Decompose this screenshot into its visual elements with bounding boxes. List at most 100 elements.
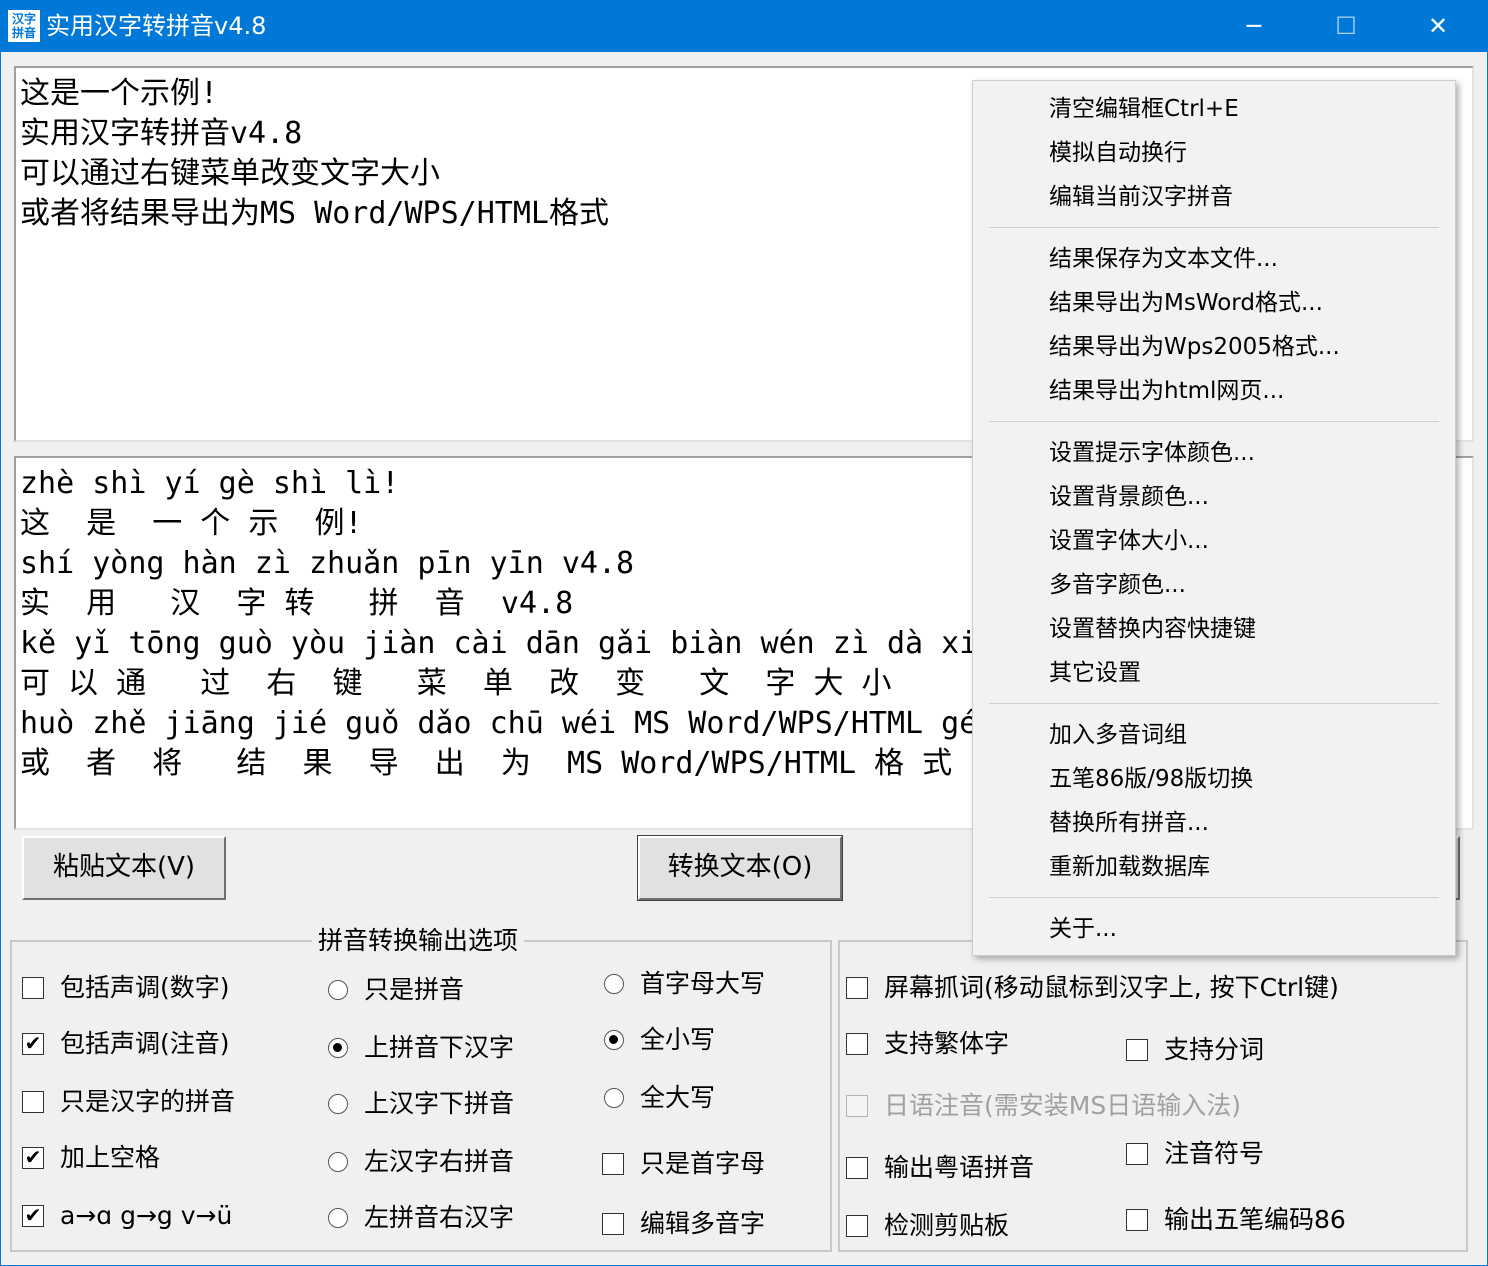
cantonese-pinyin-checkbox[interactable]: 输出粤语拼音	[846, 1150, 1106, 1186]
radio-label: 左拼音右汉字	[364, 1203, 515, 1232]
checkbox-label: 输出五笔编码86	[1164, 1205, 1346, 1234]
radio-label: 全大写	[640, 1083, 716, 1112]
radio-circle[interactable]	[604, 1088, 624, 1108]
radio-label: 只是拼音	[364, 975, 465, 1004]
pinyin-left-hanzi-right-radio[interactable]: 左拼音右汉字	[326, 1200, 586, 1236]
checkbox-label: 加上空格	[60, 1143, 161, 1172]
pinyin-above-hanzi-radio[interactable]: 上拼音下汉字	[326, 1030, 586, 1066]
menu-item-background-color[interactable]: 设置背景颜色...	[1049, 475, 1209, 519]
menu-item-export-html[interactable]: 结果导出为html网页...	[1049, 369, 1284, 413]
checkbox-label: 日语注音(需安装MS日语输入法)	[884, 1091, 1241, 1120]
menu-item-edit-pinyin[interactable]: 编辑当前汉字拼音	[1049, 175, 1233, 219]
checkbox-box[interactable]	[1126, 1209, 1148, 1231]
menu-item-save-text[interactable]: 结果保存为文本文件...	[1049, 237, 1278, 281]
radio-circle[interactable]	[328, 980, 348, 1000]
checkbox-box[interactable]: ✔	[22, 1147, 44, 1169]
output-options-title: 拼音转换输出选项	[312, 924, 525, 958]
menu-item-replace-all-pinyin[interactable]: 替换所有拼音...	[1049, 801, 1209, 845]
menu-item-replace-shortcut[interactable]: 设置替换内容快捷键	[1049, 607, 1256, 651]
menu-separator	[989, 703, 1439, 704]
checkbox-label: 支持分词	[1164, 1035, 1265, 1064]
minimize-button[interactable]: ─	[1208, 0, 1300, 52]
checkbox-box[interactable]	[1126, 1039, 1148, 1061]
checkbox-label: 只是汉字的拼音	[60, 1087, 236, 1116]
add-spaces-checkbox[interactable]: ✔ 加上空格	[22, 1140, 302, 1176]
checkbox-label: a→ɑ g→g v→ü	[60, 1201, 233, 1230]
maximize-button[interactable]: ☐	[1300, 0, 1392, 52]
radio-circle[interactable]	[328, 1094, 348, 1114]
traditional-chinese-checkbox[interactable]: 支持繁体字	[846, 1026, 1106, 1062]
radio-label: 首字母大写	[640, 969, 766, 998]
detect-clipboard-checkbox[interactable]: 检测剪贴板	[846, 1208, 1106, 1244]
menu-item-about[interactable]: 关于...	[1049, 907, 1117, 951]
menu-item-font-size[interactable]: 设置字体大小...	[1049, 519, 1209, 563]
menu-item-simulate-wrap[interactable]: 模拟自动换行	[1049, 131, 1187, 175]
checkbox-label: 输出粤语拼音	[884, 1153, 1035, 1182]
checkbox-label: 注音符号	[1164, 1139, 1265, 1168]
radio-label: 上汉字下拼音	[364, 1089, 515, 1118]
checkbox-box[interactable]: ✔	[22, 1033, 44, 1055]
radio-circle[interactable]	[604, 1030, 624, 1050]
convert-button[interactable]: 转换文本(O)	[637, 835, 843, 901]
window-title: 实用汉字转拼音v4.8	[46, 12, 267, 40]
checkbox-label: 包括声调(注音)	[60, 1029, 230, 1058]
menu-item-other-settings[interactable]: 其它设置	[1049, 651, 1141, 695]
menu-item-polyphone-color[interactable]: 多音字颜色...	[1049, 563, 1186, 607]
hanzi-pinyin-only-checkbox[interactable]: 只是汉字的拼音	[22, 1084, 302, 1120]
checkbox-label: 支持繁体字	[884, 1029, 1010, 1058]
checkbox-label: 屏幕抓词(移动鼠标到汉字上, 按下Ctrl键)	[884, 973, 1339, 1002]
menu-item-add-polyphone-phrase[interactable]: 加入多音词组	[1049, 713, 1187, 757]
radio-circle[interactable]	[328, 1152, 348, 1172]
all-lowercase-radio[interactable]: 全小写	[602, 1022, 822, 1058]
checkbox-box[interactable]	[846, 1157, 868, 1179]
checkbox-label: 只是首字母	[640, 1149, 766, 1178]
menu-item-wubi-version-toggle[interactable]: 五笔86版/98版切换	[1049, 757, 1253, 801]
checkbox-box[interactable]	[1126, 1143, 1148, 1165]
checkbox-label: 包括声调(数字)	[60, 973, 230, 1002]
checkbox-box[interactable]	[602, 1213, 624, 1235]
radio-circle[interactable]	[328, 1208, 348, 1228]
checkbox-box[interactable]	[846, 1033, 868, 1055]
radio-circle[interactable]	[328, 1038, 348, 1058]
tone-mark-checkbox[interactable]: ✔ 包括声调(注音)	[22, 1026, 302, 1062]
menu-item-clear-editor[interactable]: 清空编辑框Ctrl+E	[1049, 87, 1239, 131]
menu-item-hint-font-color[interactable]: 设置提示字体颜色...	[1049, 431, 1255, 475]
capitalize-first-radio[interactable]: 首字母大写	[602, 966, 822, 1002]
zhuyin-checkbox[interactable]: 注音符号	[1126, 1136, 1426, 1172]
word-segmentation-checkbox[interactable]: 支持分词	[1126, 1032, 1426, 1068]
checkbox-box[interactable]	[602, 1153, 624, 1175]
menu-item-export-wps[interactable]: 结果导出为Wps2005格式...	[1049, 325, 1340, 369]
checkbox-box[interactable]	[846, 1215, 868, 1237]
checkbox-label: 检测剪贴板	[884, 1211, 1010, 1240]
menu-item-export-msword[interactable]: 结果导出为MsWord格式...	[1049, 281, 1323, 325]
checkbox-box[interactable]	[22, 977, 44, 999]
checkbox-label: 编辑多音字	[640, 1209, 766, 1238]
checkbox-box[interactable]	[22, 1091, 44, 1113]
menu-separator	[989, 897, 1439, 898]
context-menu[interactable]: 清空编辑框Ctrl+E 模拟自动换行 编辑当前汉字拼音 结果保存为文本文件...…	[972, 80, 1456, 956]
paste-button[interactable]: 粘贴文本(V)	[22, 836, 226, 900]
checkbox-box[interactable]: ✔	[22, 1205, 44, 1227]
menu-separator	[989, 421, 1439, 422]
japanese-annotation-checkbox: 日语注音(需安装MS日语输入法)	[846, 1088, 1456, 1124]
menu-item-reload-database[interactable]: 重新加载数据库	[1049, 845, 1210, 889]
checkbox-box[interactable]	[846, 977, 868, 999]
radio-label: 全小写	[640, 1025, 716, 1054]
close-button[interactable]: ✕	[1392, 0, 1484, 52]
initials-only-checkbox[interactable]: 只是首字母	[602, 1146, 822, 1182]
hanzi-above-pinyin-radio[interactable]: 上汉字下拼音	[326, 1086, 586, 1122]
edit-polyphones-checkbox[interactable]: 编辑多音字	[602, 1206, 822, 1242]
all-uppercase-radio[interactable]: 全大写	[602, 1080, 822, 1116]
letter-replace-checkbox[interactable]: ✔ a→ɑ g→g v→ü	[22, 1198, 302, 1234]
screen-capture-checkbox[interactable]: 屏幕抓词(移动鼠标到汉字上, 按下Ctrl键)	[846, 970, 1456, 1006]
radio-label: 左汉字右拼音	[364, 1147, 515, 1176]
radio-label: 上拼音下汉字	[364, 1033, 515, 1062]
wubi-code-checkbox[interactable]: 输出五笔编码86	[1126, 1202, 1426, 1238]
pinyin-only-radio[interactable]: 只是拼音	[326, 972, 586, 1008]
checkbox-box	[846, 1095, 868, 1117]
menu-separator	[989, 227, 1439, 228]
hanzi-left-pinyin-right-radio[interactable]: 左汉字右拼音	[326, 1144, 586, 1180]
tone-number-checkbox[interactable]: 包括声调(数字)	[22, 970, 302, 1006]
title-bar[interactable]: 汉字 拼音 实用汉字转拼音v4.8 ─ ☐ ✕	[0, 0, 1488, 52]
radio-circle[interactable]	[604, 974, 624, 994]
